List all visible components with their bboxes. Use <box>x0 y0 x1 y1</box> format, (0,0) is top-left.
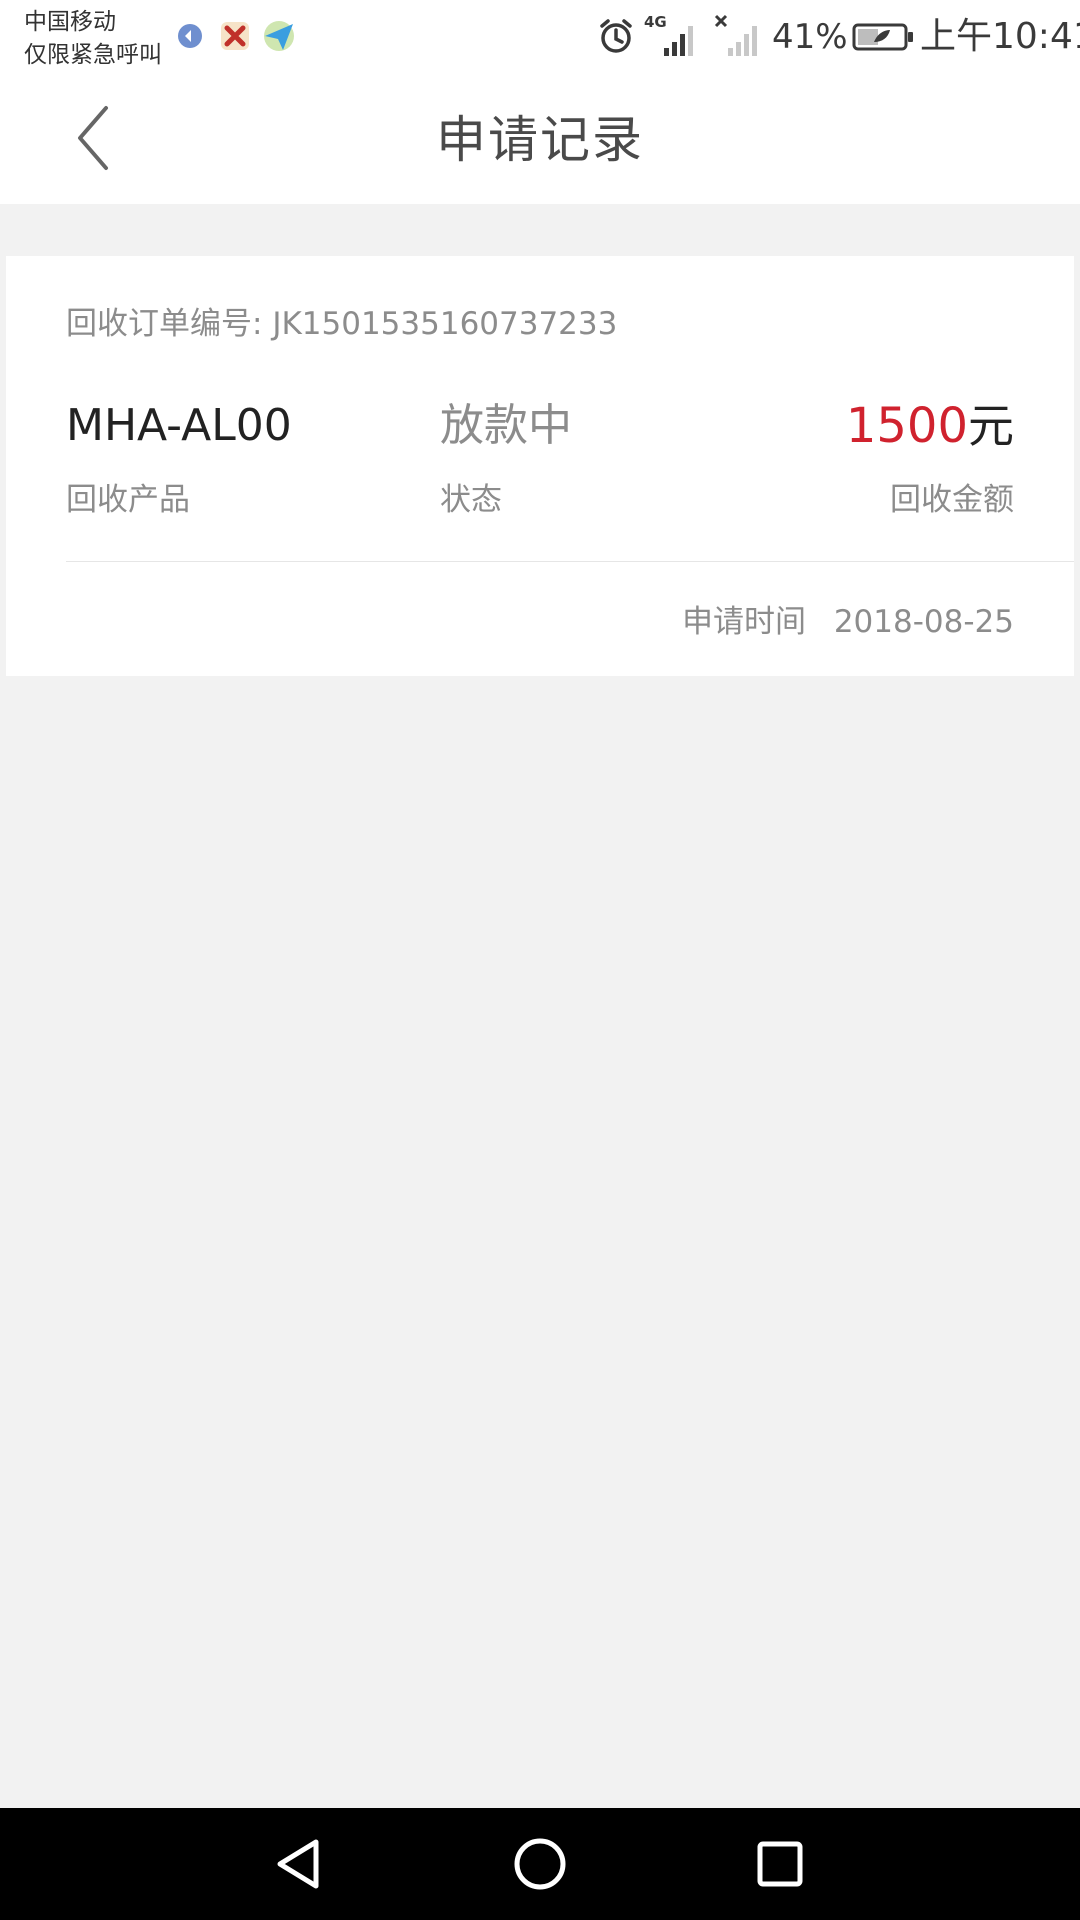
circle-home-icon <box>514 1838 566 1890</box>
emergency-only-text: 仅限紧急呼叫 <box>24 42 162 68</box>
card-divider <box>66 561 1074 562</box>
battery-percent: 41% <box>772 17 848 57</box>
app-header: 申请记录 <box>0 76 1080 204</box>
screen: 中国移动 仅限紧急呼叫 4G 41% 上午10:41 申请记录 回收订单编号: … <box>0 0 1080 1920</box>
product-model: MHA-AL00 <box>66 400 292 451</box>
recycle-amount: 1500元 <box>846 396 1014 456</box>
blue-app-icon <box>178 24 202 48</box>
signal-4g-indicator: 4G <box>644 14 704 60</box>
battery-icon <box>852 23 913 51</box>
no-signal-icon <box>714 14 757 56</box>
red-app-icon <box>221 22 249 50</box>
status-value: 放款中 <box>440 400 572 451</box>
nav-home-button[interactable] <box>504 1828 576 1900</box>
product-label: 回收产品 <box>66 482 190 518</box>
order-number-value: JK1501535160737233 <box>272 306 618 342</box>
nav-back-button[interactable] <box>264 1828 336 1900</box>
triangle-back-icon <box>277 1839 319 1889</box>
amount-number: 1500 <box>845 398 968 454</box>
paper-plane-icon <box>264 21 294 51</box>
signal-bars-icon <box>664 26 693 56</box>
nav-recents-button[interactable] <box>744 1828 816 1900</box>
amount-label: 回收金额 <box>890 482 1014 518</box>
clock: 上午10:41 <box>920 16 1080 57</box>
order-number: 回收订单编号: JK1501535160737233 <box>66 302 617 346</box>
page-title: 申请记录 <box>436 111 644 169</box>
alarm-icon <box>600 19 632 53</box>
apply-time-value: 2018-08-25 <box>833 604 1014 640</box>
carrier-name: 中国移动 <box>24 9 116 35</box>
order-number-label: 回收订单编号: <box>66 306 263 342</box>
system-nav-bar <box>0 1808 1080 1920</box>
apply-time: 申请时间 2018-08-25 <box>682 600 1014 644</box>
square-recents-icon <box>757 1841 803 1887</box>
status-bar: 中国移动 仅限紧急呼叫 4G 41% 上午10:41 <box>0 0 1080 76</box>
carrier-info: 中国移动 仅限紧急呼叫 <box>24 6 162 72</box>
application-record-card[interactable]: 回收订单编号: JK1501535160737233 MHA-AL00 放款中 … <box>6 256 1074 676</box>
amount-unit: 元 <box>968 399 1014 453</box>
status-label: 状态 <box>440 482 502 518</box>
apply-time-label: 申请时间 <box>681 604 806 640</box>
